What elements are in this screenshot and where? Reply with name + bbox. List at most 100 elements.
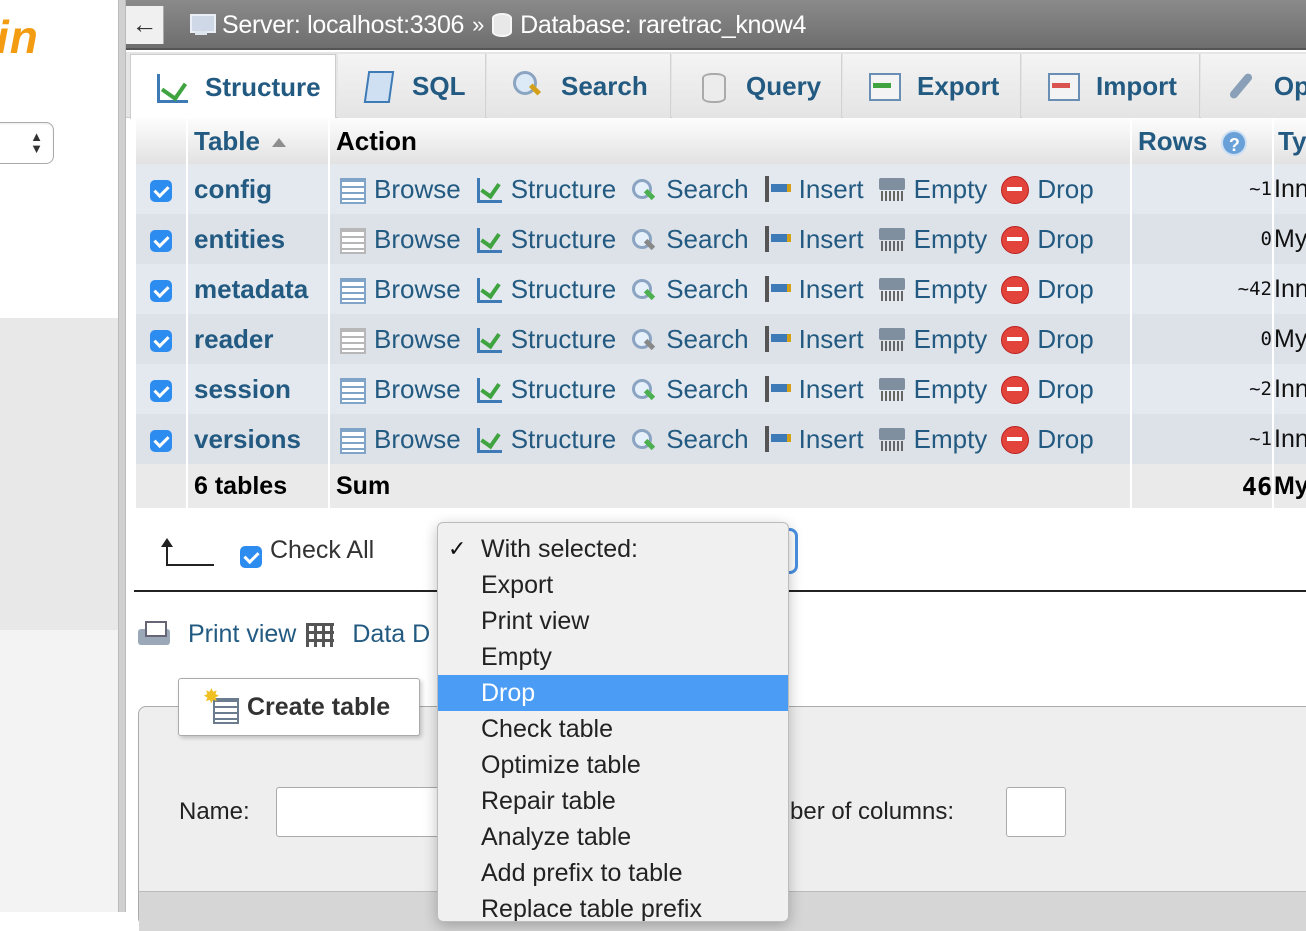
data-dictionary-link[interactable]: Data D [352, 620, 430, 649]
table-name-cell: versions [186, 414, 329, 464]
table-name-link[interactable]: reader [189, 324, 274, 354]
browse-action[interactable]: Browse [338, 174, 461, 205]
actions-cell: Browse Structure Search Insert Empty Drop [328, 364, 1131, 414]
empty-action[interactable]: Empty [878, 224, 987, 255]
dropdown-option[interactable]: ✓ With selected: [438, 531, 788, 567]
table-name-link[interactable]: versions [189, 424, 301, 454]
table-name-link[interactable]: metadata [189, 274, 308, 304]
row-checkbox[interactable] [150, 380, 172, 402]
row-checkbox-cell [134, 264, 187, 314]
dropdown-option[interactable]: Analyze table [438, 819, 788, 855]
row-checkbox[interactable] [150, 330, 172, 352]
drop-action[interactable]: Drop [1001, 324, 1094, 355]
tab-structure[interactable]: Structure [130, 54, 336, 119]
tab-sql[interactable]: SQL [338, 54, 486, 118]
check-all-label[interactable]: Check All [270, 536, 374, 565]
breadcrumb-database[interactable]: Database: raretrac_know4 [520, 11, 806, 40]
search-action[interactable]: Search [630, 224, 749, 255]
tab-import[interactable]: Import [1022, 54, 1200, 118]
insert-action[interactable]: Insert [763, 374, 864, 405]
drop-action[interactable]: Drop [1001, 274, 1094, 305]
empty-action[interactable]: Empty [878, 324, 987, 355]
structure-icon [475, 276, 503, 303]
drop-action[interactable]: Drop [1001, 374, 1094, 405]
insert-action[interactable]: Insert [763, 274, 864, 305]
dropdown-option[interactable]: Optimize table [438, 747, 788, 783]
row-checkbox[interactable] [150, 280, 172, 302]
browse-action[interactable]: Browse [338, 424, 461, 455]
dropdown-option[interactable]: Empty [438, 639, 788, 675]
phpmyadmin-logo[interactable]: in [0, 10, 39, 64]
drop-icon [1001, 226, 1030, 254]
search-action[interactable]: Search [630, 274, 749, 305]
column-header-rows[interactable]: Rows? [1130, 118, 1273, 164]
dropdown-option[interactable]: Print view [438, 603, 788, 639]
dropdown-option[interactable]: Check table [438, 711, 788, 747]
summary-count: 6 tables [186, 464, 329, 508]
empty-action[interactable]: Empty [878, 374, 987, 405]
drop-action[interactable]: Drop [1001, 424, 1094, 455]
table-name-link[interactable]: config [189, 174, 272, 204]
structure-action[interactable]: Structure [475, 374, 616, 405]
row-checkbox[interactable] [150, 230, 172, 252]
browse-action[interactable]: Browse [338, 224, 461, 255]
tab-query[interactable]: Query [672, 54, 842, 118]
table-type: Inn [1272, 414, 1306, 464]
empty-action[interactable]: Empty [878, 274, 987, 305]
dropdown-option[interactable]: Export [438, 567, 788, 603]
row-checkbox[interactable] [150, 430, 172, 452]
import-icon [1046, 71, 1080, 101]
empty-action[interactable]: Empty [878, 424, 987, 455]
row-checkbox[interactable] [150, 180, 172, 202]
row-checkbox-cell [134, 214, 187, 264]
browse-action[interactable]: Browse [338, 274, 461, 305]
search-action[interactable]: Search [630, 324, 749, 355]
search-action[interactable]: Search [630, 374, 749, 405]
dropdown-option[interactable]: Repair table [438, 783, 788, 819]
empty-icon [878, 376, 906, 402]
check-all-checkbox[interactable] [240, 546, 262, 568]
server-icon [186, 14, 216, 36]
drop-action[interactable]: Drop [1001, 174, 1094, 205]
dropdown-option[interactable]: Replace table prefix [438, 891, 788, 921]
structure-action[interactable]: Structure [475, 174, 616, 205]
collapse-navigation-button[interactable]: ← [126, 6, 164, 44]
table-name-link[interactable]: session [189, 374, 291, 404]
table-name-input[interactable] [276, 787, 446, 837]
dropdown-option[interactable]: Drop [438, 675, 788, 711]
column-header-table[interactable]: Table [186, 118, 329, 164]
structure-action[interactable]: Structure [475, 324, 616, 355]
structure-action[interactable]: Structure [475, 224, 616, 255]
structure-icon [155, 72, 189, 103]
search-action[interactable]: Search [630, 174, 749, 205]
column-header-type[interactable]: Ty [1272, 118, 1306, 164]
insert-action[interactable]: Insert [763, 174, 864, 205]
number-of-columns-input[interactable] [1006, 787, 1066, 837]
tab-export[interactable]: Export [843, 54, 1021, 118]
tab-operations[interactable]: Op [1201, 54, 1306, 118]
help-icon[interactable]: ? [1221, 129, 1248, 156]
insert-action[interactable]: Insert [763, 424, 864, 455]
browse-icon [338, 176, 366, 204]
panel-resizer[interactable] [118, 0, 126, 912]
insert-action[interactable]: Insert [763, 324, 864, 355]
database-select[interactable]: ▲ ▼ [0, 122, 54, 164]
empty-action[interactable]: Empty [878, 174, 987, 205]
data-dictionary-icon [304, 619, 338, 649]
summary-rows: 46 [1130, 464, 1273, 508]
search-action[interactable]: Search [630, 424, 749, 455]
dropdown-option[interactable]: Add prefix to table [438, 855, 788, 891]
table-row: reader Browse Structure Search Insert Empty Dr… [134, 314, 1306, 364]
browse-action[interactable]: Browse [338, 324, 461, 355]
tab-search[interactable]: Search [487, 54, 671, 118]
breadcrumb-server[interactable]: Server: localhost:3306 [222, 11, 464, 40]
drop-action[interactable]: Drop [1001, 224, 1094, 255]
structure-action[interactable]: Structure [475, 424, 616, 455]
structure-action[interactable]: Structure [475, 274, 616, 305]
sql-icon [362, 71, 396, 101]
table-name-link[interactable]: entities [189, 224, 285, 254]
print-view-link[interactable]: Print view [188, 620, 296, 649]
browse-action[interactable]: Browse [338, 374, 461, 405]
breadcrumb-bar: ← Server: localhost:3306 » Database: rar… [126, 0, 1306, 50]
insert-action[interactable]: Insert [763, 224, 864, 255]
